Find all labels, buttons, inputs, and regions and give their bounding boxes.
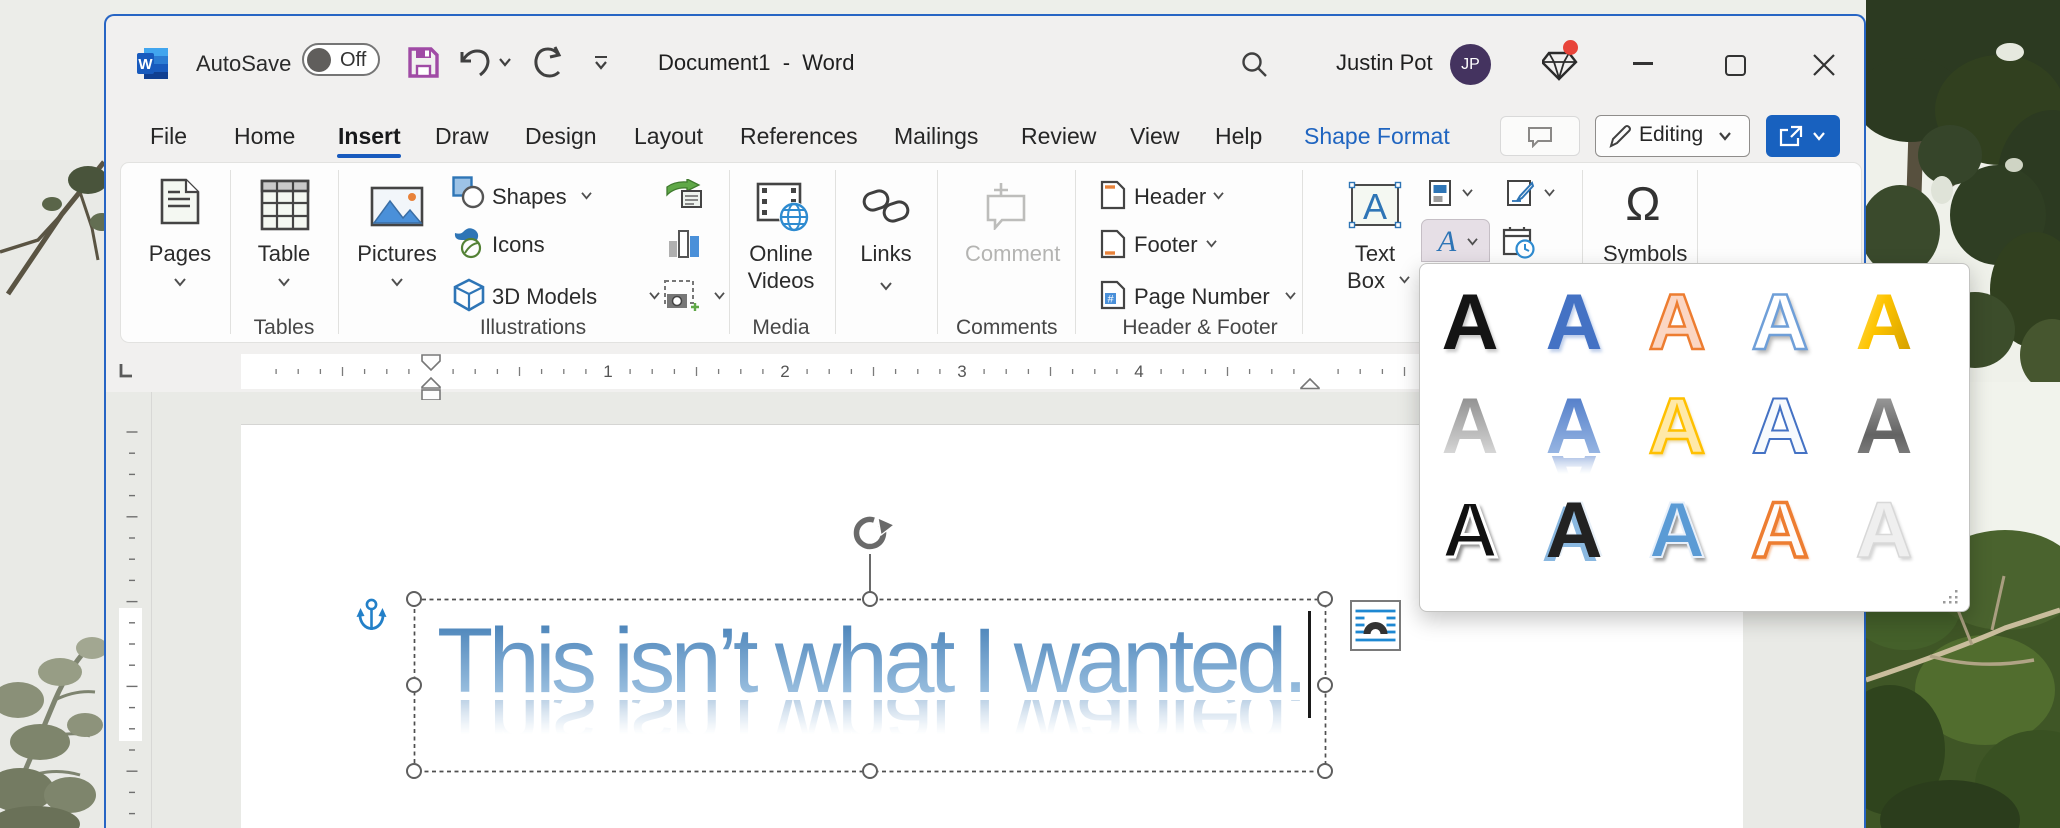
svg-text:1: 1 [603,362,612,381]
svg-text:A: A [1363,186,1387,227]
svg-text:4: 4 [1134,362,1143,381]
svg-text:A: A [1436,226,1457,256]
svg-text:#: # [1107,294,1114,306]
svg-text:W: W [138,56,153,73]
svg-text:2: 2 [780,362,789,381]
svg-text:3: 3 [957,362,966,381]
